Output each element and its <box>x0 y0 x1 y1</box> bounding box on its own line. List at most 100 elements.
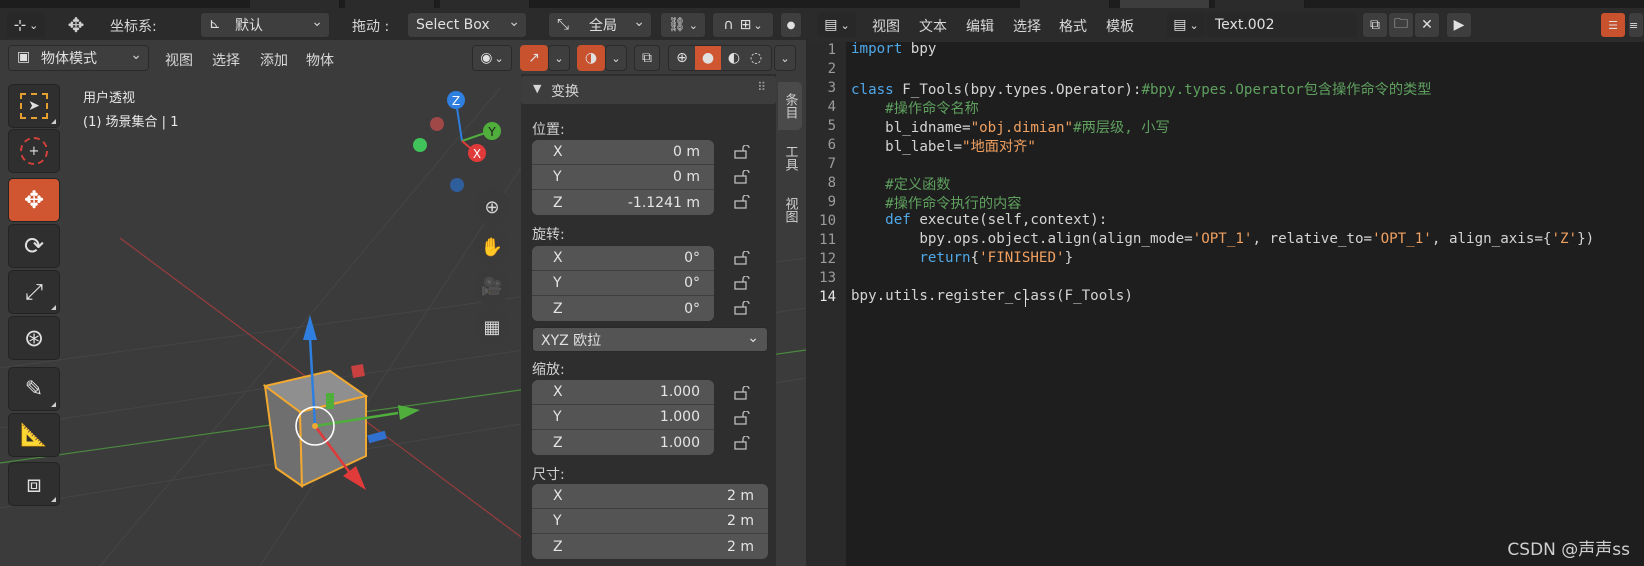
drag-select-dropdown[interactable]: Select Box <box>407 12 527 38</box>
code-line: bpy.ops.object.align(align_mode='OPT_1',… <box>851 231 1595 247</box>
workspace-tab[interactable] <box>440 0 530 8</box>
editor-type-dropdown[interactable]: ⊹ ⌄ <box>6 12 46 38</box>
workspace-tab[interactable] <box>345 0 435 8</box>
lock-icon[interactable] <box>734 195 752 209</box>
menu-object[interactable]: 物体 <box>306 50 334 70</box>
text-browse-button[interactable]: ▤ ⌄ <box>1166 12 1206 38</box>
code-line: #操作命令名称 <box>851 101 979 117</box>
visibility-button[interactable]: ◉ ⌄ <box>472 45 512 71</box>
lock-icon[interactable] <box>734 276 752 290</box>
dimensions-y-field[interactable]: Y2 m <box>532 509 768 534</box>
tab-tool[interactable]: 工具 <box>778 134 802 182</box>
workspace-tab[interactable] <box>1020 0 1110 8</box>
word-wrap-toggle[interactable]: ≡ <box>1628 12 1644 38</box>
workspace-tab-active[interactable] <box>1120 0 1210 8</box>
proportional-falloff-button[interactable]: ● <box>780 12 802 38</box>
tool-cursor[interactable]: + <box>8 129 60 173</box>
menu-add[interactable]: 添加 <box>260 50 288 70</box>
mode-dropdown[interactable]: ▣ 物体模式 <box>8 45 149 71</box>
solid-shading-icon[interactable]: ● <box>695 46 721 70</box>
transform-panel-header[interactable]: ▼ 变换 ⠿ <box>521 76 776 104</box>
rotation-z-field[interactable]: Z 0° <box>532 296 714 321</box>
tool-annotate[interactable]: ✎ <box>8 367 60 411</box>
editor-menu-edit[interactable]: 编辑 <box>966 16 994 36</box>
scale-x-field[interactable]: X 1.000 <box>532 380 714 405</box>
run-script-button[interactable]: ▶ <box>1446 12 1472 38</box>
workspace-tab[interactable] <box>1215 0 1305 8</box>
location-y-field[interactable]: Y0 m <box>532 165 714 190</box>
watermark: CSDN @声声ss <box>1507 540 1630 560</box>
overlays-dropdown[interactable]: ⌄ <box>605 45 627 71</box>
editor-menu-text[interactable]: 文本 <box>919 16 947 36</box>
code-line: class F_Tools(bpy.types.Operator):#bpy.t… <box>851 82 1432 98</box>
tool-add-cube[interactable]: ⧈ <box>8 462 60 506</box>
lock-icon[interactable] <box>734 411 752 425</box>
menu-view[interactable]: 视图 <box>165 50 193 70</box>
xray-button[interactable]: ⧉ <box>634 45 660 71</box>
gizmo-toggle-button[interactable]: ↗ <box>520 45 548 71</box>
menu-select[interactable]: 选择 <box>212 50 240 70</box>
dimensions-z-field[interactable]: Z2 m <box>532 534 768 559</box>
select-box-icon: ➤ <box>20 93 48 119</box>
editor-type-dropdown[interactable]: ▤ ⌄ <box>817 12 857 38</box>
editor-menu-select[interactable]: 选择 <box>1013 16 1041 36</box>
overlays-toggle-button[interactable]: ◑ <box>577 45 605 71</box>
gizmo-x-label: X <box>473 147 481 161</box>
zoom-button[interactable]: ⊕ <box>474 189 510 225</box>
lock-icon[interactable] <box>734 251 752 265</box>
drag-handle-icon[interactable]: ⠿ <box>757 80 766 94</box>
text-name-field[interactable]: Text.002 <box>1206 12 1358 38</box>
shading-dropdown[interactable]: ⌄ <box>774 45 796 71</box>
gizmo-dropdown[interactable]: ⌄ <box>548 45 570 71</box>
add-cube-icon: ⧈ <box>26 470 42 498</box>
pan-button[interactable]: ✋ <box>474 229 510 265</box>
rotation-mode-dropdown[interactable]: XYZ 欧拉 ⌄ <box>532 327 768 352</box>
editor-menu-templates[interactable]: 模板 <box>1106 16 1134 36</box>
lock-icon[interactable] <box>734 436 752 450</box>
lock-icon[interactable] <box>734 145 752 159</box>
new-text-button[interactable]: ⧉ <box>1362 12 1388 38</box>
transform-panel-title: 变换 <box>551 84 579 100</box>
snap-button[interactable]: ⛓ ⌄ <box>660 12 706 38</box>
tool-transform[interactable]: ⊛ <box>8 316 60 360</box>
material-shading-icon[interactable]: ◐ <box>725 49 743 67</box>
location-x-field[interactable]: X0 m <box>532 140 714 165</box>
rotate-icon: ⟳ <box>23 232 45 260</box>
editor-menu-view[interactable]: 视图 <box>872 16 900 36</box>
tool-select-box[interactable]: ➤ <box>8 84 60 128</box>
line-numbers-toggle[interactable]: ☰ <box>1600 12 1626 38</box>
lock-icon[interactable] <box>734 170 752 184</box>
unlink-text-button[interactable]: ✕ <box>1414 12 1440 38</box>
scale-z-field[interactable]: Z 1.000 <box>532 430 714 455</box>
tool-measure[interactable]: 📐 <box>8 413 60 457</box>
collection-info: (1) 场景集合 | 1 <box>83 115 179 130</box>
tool-scale[interactable]: ⤢ <box>8 270 60 314</box>
scale-icon: ⤢ <box>25 279 43 305</box>
gizmo-z-label: Z <box>452 94 460 108</box>
location-z-field[interactable]: Z -1.1241 m <box>532 190 714 215</box>
pivot-orientation-dropdown[interactable]: ⤡ 全局 <box>548 12 652 38</box>
tool-rotate[interactable]: ⟳ <box>8 224 60 268</box>
ortho-toggle-button[interactable]: ▦ <box>474 309 510 345</box>
rotation-y-field[interactable]: Y 0° <box>532 271 714 296</box>
tab-view[interactable]: 视图 <box>778 186 802 234</box>
scale-y-field[interactable]: Y 1.000 <box>532 405 714 430</box>
dimensions-x-field[interactable]: X2 m <box>532 484 768 509</box>
rendered-shading-icon[interactable]: ◌ <box>747 49 765 67</box>
text-name-value: Text.002 <box>1215 17 1275 33</box>
collapse-triangle-icon: ▼ <box>533 82 542 95</box>
tool-move[interactable]: ✥ <box>8 178 60 222</box>
open-text-button[interactable]: 🗀 <box>1388 12 1414 38</box>
eye-icon: ◉ <box>480 50 493 66</box>
tab-item[interactable]: 条目 <box>778 82 802 130</box>
wireframe-shading-icon[interactable]: ⊕ <box>673 49 691 67</box>
lock-icon[interactable] <box>734 301 752 315</box>
coord-system-dropdown[interactable]: ⊾ 默认 <box>200 12 330 38</box>
duplicate-icon: ⧉ <box>1370 17 1380 33</box>
lock-icon[interactable] <box>734 386 752 400</box>
editor-menu-format[interactable]: 格式 <box>1059 16 1087 36</box>
proportional-edit-button[interactable]: ∩ ⊞ ⌄ <box>712 12 774 38</box>
camera-view-button[interactable]: 🎥 <box>474 269 510 305</box>
workspace-tab[interactable] <box>250 0 340 8</box>
rotation-x-field[interactable]: X 0° <box>532 246 714 271</box>
